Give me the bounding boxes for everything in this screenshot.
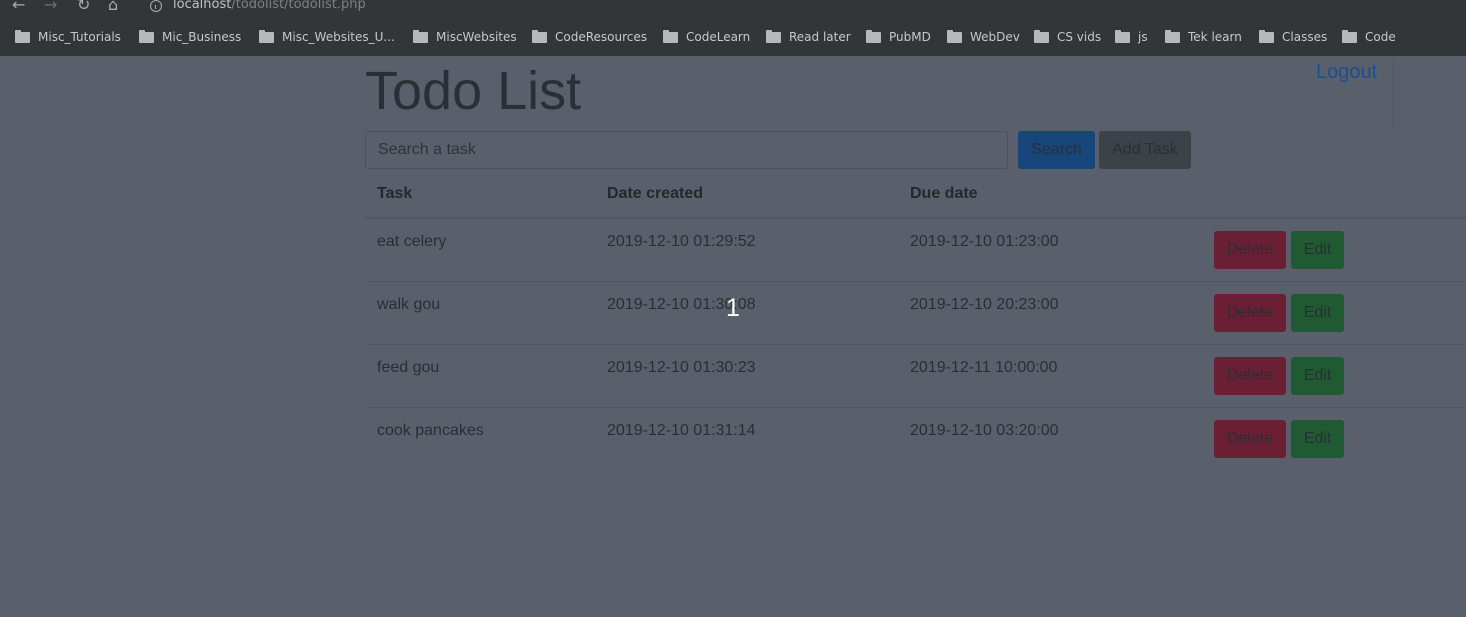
folder-icon — [139, 29, 154, 43]
task-table: Task Date created Due date eat celery 20… — [365, 174, 1466, 471]
date-created: 2019-12-10 01:30:23 — [607, 359, 756, 376]
table-row: walk gou 2019-12-10 01:30:08 2019-12-10 … — [365, 282, 1466, 345]
folder-icon — [1259, 29, 1274, 43]
bookmark-label: Code — [1365, 30, 1396, 44]
bookmark-label: WebDev — [970, 30, 1020, 44]
reload-icon[interactable]: ↻ — [77, 0, 90, 13]
bookmark-label: PubMD — [889, 30, 931, 44]
folder-icon — [663, 29, 678, 43]
task-name: eat celery — [377, 233, 447, 250]
bookmark-label: Misc_Websites_U... — [282, 30, 395, 44]
header-due-date: Due date — [910, 185, 978, 202]
bookmark-label: Classes — [1282, 30, 1328, 44]
bookmark-folder[interactable]: Misc_Websites_U... — [259, 26, 395, 48]
url-path: /todolist/todolist.php — [231, 0, 366, 12]
folder-icon — [413, 29, 428, 43]
home-icon[interactable]: ⌂ — [108, 0, 118, 13]
delete-button[interactable]: Delete — [1214, 231, 1286, 269]
bookmark-folder[interactable]: js — [1115, 26, 1148, 48]
due-date: 2019-12-10 01:23:00 — [910, 233, 1059, 250]
date-created: 2019-12-10 01:31:14 — [607, 422, 756, 439]
bookmark-label: CodeResources — [555, 30, 648, 44]
bookmark-folder[interactable]: Read later — [766, 26, 851, 48]
bookmark-folder[interactable]: Tek learn — [1165, 26, 1242, 48]
folder-icon — [947, 29, 962, 43]
task-name: cook pancakes — [377, 422, 484, 439]
edit-button[interactable]: Edit — [1291, 357, 1344, 395]
add-task-button[interactable]: Add Task — [1099, 131, 1191, 169]
bookmarks-bar: Misc_Tutorials Mic_Business Misc_Website… — [0, 26, 1466, 48]
bookmark-folder[interactable]: MiscWebsites — [413, 26, 517, 48]
table-row: feed gou 2019-12-10 01:30:23 2019-12-11 … — [365, 345, 1466, 408]
table-row: cook pancakes 2019-12-10 01:31:14 2019-1… — [365, 408, 1466, 471]
info-icon[interactable] — [150, 0, 162, 12]
header-task: Task — [377, 185, 413, 202]
folder-icon — [532, 29, 547, 43]
edit-button[interactable]: Edit — [1291, 294, 1344, 332]
folder-icon — [766, 29, 781, 43]
task-name: walk gou — [377, 296, 441, 313]
divider — [1393, 60, 1394, 128]
bookmark-label: Read later — [789, 30, 851, 44]
folder-icon — [15, 29, 30, 43]
folder-icon — [259, 29, 274, 43]
bookmark-folder[interactable]: CodeLearn — [663, 26, 750, 48]
table-row: eat celery 2019-12-10 01:29:52 2019-12-1… — [365, 219, 1466, 282]
due-date: 2019-12-10 20:23:00 — [910, 296, 1059, 313]
table-header: Task Date created Due date — [365, 174, 1466, 219]
back-arrow-icon[interactable]: ← — [12, 0, 25, 13]
due-date: 2019-12-11 10:00:00 — [910, 359, 1058, 376]
overlay-counter: 1 — [726, 294, 740, 322]
bookmark-label: Mic_Business — [162, 30, 242, 44]
bookmark-label: Tek learn — [1188, 30, 1242, 44]
folder-icon — [1165, 29, 1180, 43]
edit-button[interactable]: Edit — [1291, 231, 1344, 269]
address-bar[interactable]: ← → ↻ ⌂ localhost/todolist/todolist.php — [0, 0, 1466, 16]
folder-icon — [1342, 29, 1357, 43]
date-created: 2019-12-10 01:29:52 — [607, 233, 756, 250]
due-date: 2019-12-10 03:20:00 — [910, 422, 1059, 439]
bookmark-folder[interactable]: WebDev — [947, 26, 1020, 48]
folder-icon — [1034, 29, 1049, 43]
bookmark-folder[interactable]: CodeResources — [532, 26, 647, 48]
delete-button[interactable]: Delete — [1214, 357, 1286, 395]
folder-icon — [866, 29, 881, 43]
delete-button[interactable]: Delete — [1214, 420, 1286, 458]
bookmark-folder[interactable]: Mic_Business — [139, 26, 241, 48]
logout-link[interactable]: Logout — [1316, 60, 1377, 84]
folder-icon — [1115, 29, 1130, 43]
url-text[interactable]: localhost/todolist/todolist.php — [173, 0, 366, 12]
header-date-created: Date created — [607, 185, 704, 202]
edit-button[interactable]: Edit — [1291, 420, 1344, 458]
task-name: feed gou — [377, 359, 440, 376]
bookmark-folder[interactable]: PubMD — [866, 26, 931, 48]
page-title: Todo List — [365, 61, 582, 121]
bookmark-label: js — [1138, 30, 1148, 44]
bookmark-folder[interactable]: Misc_Tutorials — [15, 26, 121, 48]
search-input[interactable] — [365, 131, 1008, 169]
bookmark-label: Misc_Tutorials — [38, 30, 121, 44]
bookmark-label: CodeLearn — [686, 30, 751, 44]
url-host: localhost — [173, 0, 232, 12]
browser-chrome: ← → ↻ ⌂ localhost/todolist/todolist.php … — [0, 0, 1466, 56]
bookmark-label: CS vids — [1057, 30, 1102, 44]
search-button[interactable]: Search — [1018, 131, 1095, 169]
bookmark-folder[interactable]: CS vids — [1034, 26, 1101, 48]
bookmark-folder[interactable]: Code — [1342, 26, 1396, 48]
forward-arrow-icon[interactable]: → — [44, 0, 57, 13]
bookmark-folder[interactable]: Classes — [1259, 26, 1327, 48]
bookmark-label: MiscWebsites — [436, 30, 517, 44]
delete-button[interactable]: Delete — [1214, 294, 1286, 332]
